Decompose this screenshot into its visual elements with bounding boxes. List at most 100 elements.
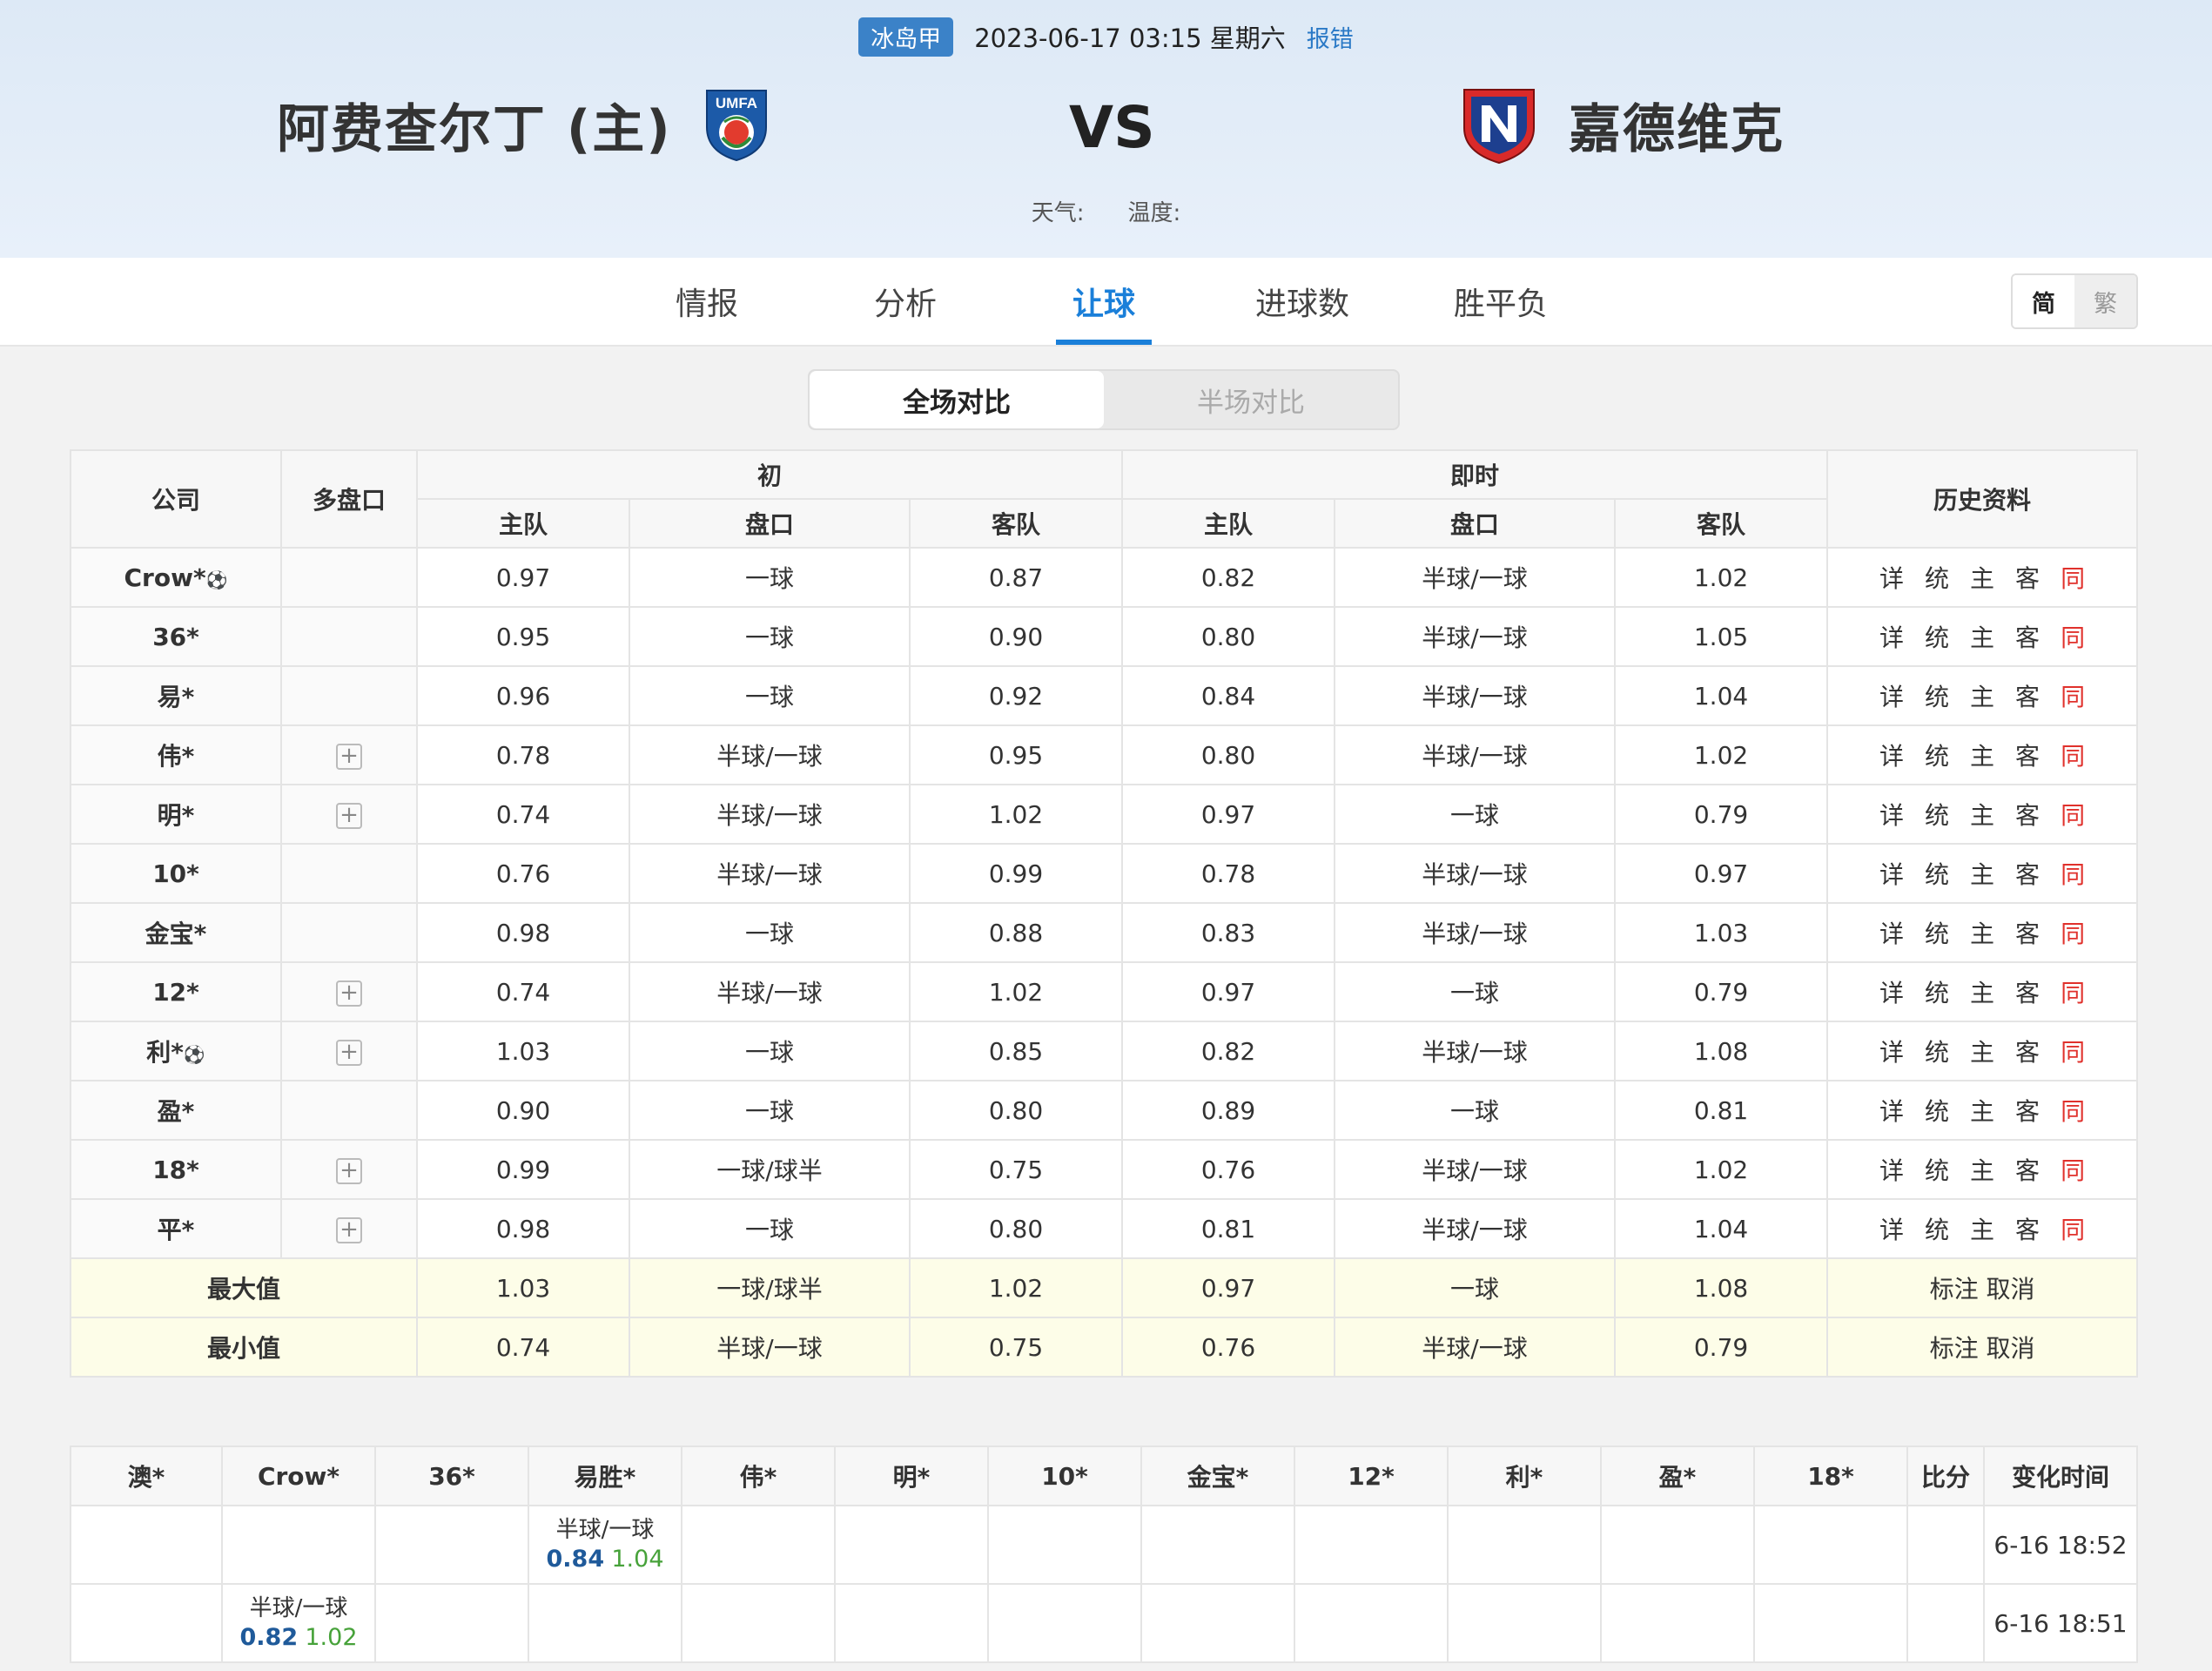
tab-4[interactable]: 胜平负	[1402, 258, 1600, 345]
home-team-name[interactable]: 阿费查尔丁 (主)	[277, 87, 672, 163]
history-link-4[interactable]: 同	[2061, 1093, 2085, 1128]
company-cell[interactable]: 36*	[70, 606, 282, 667]
history-link-3[interactable]: 客	[2015, 974, 2040, 1009]
history-link-1[interactable]: 统	[1925, 1093, 1949, 1128]
history-link-4[interactable]: 同	[2061, 560, 2085, 595]
history-link-0[interactable]: 详	[1879, 915, 1904, 950]
mark-link[interactable]: 标注	[1930, 1334, 1979, 1363]
away-team[interactable]: 嘉德维克	[1459, 85, 1785, 165]
history-link-1[interactable]: 统	[1925, 738, 1949, 772]
history-link-4[interactable]: 同	[2061, 1034, 2085, 1068]
tab-0[interactable]: 情报	[608, 258, 806, 345]
company-cell[interactable]: 金宝*	[70, 902, 282, 963]
full-match-compare-button[interactable]: 全场对比	[810, 371, 1104, 428]
history-link-0[interactable]: 详	[1879, 1093, 1904, 1128]
half-match-compare-button[interactable]: 半场对比	[1104, 371, 1398, 428]
history-link-3[interactable]: 客	[2015, 560, 2040, 595]
history-link-4[interactable]: 同	[2061, 678, 2085, 713]
history-link-3[interactable]: 客	[2015, 1211, 2040, 1246]
history-link-2[interactable]: 主	[1970, 738, 1994, 772]
history-link-4[interactable]: 同	[2061, 974, 2085, 1009]
history-link-4[interactable]: 同	[2061, 797, 2085, 832]
history-link-3[interactable]: 客	[2015, 738, 2040, 772]
history-link-0[interactable]: 详	[1879, 678, 1904, 713]
mark-link[interactable]: 标注	[1930, 1275, 1979, 1304]
history-link-1[interactable]: 统	[1925, 619, 1949, 654]
history-link-2[interactable]: 主	[1970, 1152, 1994, 1187]
history-link-1[interactable]: 统	[1925, 856, 1949, 891]
cancel-link[interactable]: 取消	[1987, 1275, 2035, 1304]
history-link-0[interactable]: 详	[1879, 856, 1904, 891]
home-team[interactable]: 阿费查尔丁 (主) UMFA	[277, 85, 770, 164]
league-badge[interactable]: 冰岛甲	[858, 17, 954, 57]
history-link-1[interactable]: 统	[1925, 974, 1949, 1009]
company-name[interactable]: 盈*	[158, 1097, 195, 1126]
expand-plus-icon[interactable]: +	[336, 1040, 362, 1066]
history-link-3[interactable]: 客	[2015, 915, 2040, 950]
report-error-link[interactable]: 报错	[1307, 20, 1354, 54]
company-name[interactable]: 36*	[152, 623, 199, 651]
history-link-2[interactable]: 主	[1970, 1211, 1994, 1246]
history-link-2[interactable]: 主	[1970, 560, 1994, 595]
traditional-button[interactable]: 繁	[2074, 275, 2136, 327]
history-link-3[interactable]: 客	[2015, 797, 2040, 832]
history-link-0[interactable]: 详	[1879, 974, 1904, 1009]
expand-plus-icon[interactable]: +	[336, 1158, 362, 1184]
expand-plus-icon[interactable]: +	[336, 744, 362, 770]
expand-plus-icon[interactable]: +	[336, 803, 362, 829]
history-link-4[interactable]: 同	[2061, 856, 2085, 891]
simplified-button[interactable]: 简	[2013, 275, 2074, 327]
expand-plus-icon[interactable]: +	[336, 980, 362, 1007]
history-link-2[interactable]: 主	[1970, 856, 1994, 891]
history-link-2[interactable]: 主	[1970, 974, 1994, 1009]
history-link-2[interactable]: 主	[1970, 619, 1994, 654]
history-link-0[interactable]: 详	[1879, 1211, 1904, 1246]
tab-2[interactable]: 让球	[1005, 258, 1203, 345]
history-link-1[interactable]: 统	[1925, 1034, 1949, 1068]
history-link-1[interactable]: 统	[1925, 915, 1949, 950]
company-name[interactable]: 平*	[158, 1216, 195, 1244]
history-link-2[interactable]: 主	[1970, 915, 1994, 950]
history-link-1[interactable]: 统	[1925, 1211, 1949, 1246]
history-link-4[interactable]: 同	[2061, 738, 2085, 772]
company-cell[interactable]: 盈*	[70, 1080, 282, 1141]
history-link-0[interactable]: 详	[1879, 797, 1904, 832]
history-link-0[interactable]: 详	[1879, 560, 1904, 595]
company-name[interactable]: 明*	[158, 801, 195, 830]
history-link-1[interactable]: 统	[1925, 678, 1949, 713]
history-link-0[interactable]: 详	[1879, 1034, 1904, 1068]
company-name[interactable]: 18*	[152, 1156, 199, 1184]
history-link-3[interactable]: 客	[2015, 619, 2040, 654]
company-cell[interactable]: 明*	[70, 784, 282, 845]
history-link-2[interactable]: 主	[1970, 797, 1994, 832]
history-link-2[interactable]: 主	[1970, 1034, 1994, 1068]
cancel-link[interactable]: 取消	[1987, 1334, 2035, 1363]
history-link-4[interactable]: 同	[2061, 915, 2085, 950]
company-cell[interactable]: 10*	[70, 843, 282, 904]
history-link-2[interactable]: 主	[1970, 678, 1994, 713]
company-name[interactable]: Crow*	[124, 563, 205, 592]
tab-3[interactable]: 进球数	[1203, 258, 1402, 345]
history-link-3[interactable]: 客	[2015, 1093, 2040, 1128]
history-link-4[interactable]: 同	[2061, 1211, 2085, 1246]
history-link-4[interactable]: 同	[2061, 619, 2085, 654]
history-link-4[interactable]: 同	[2061, 1152, 2085, 1187]
history-link-3[interactable]: 客	[2015, 1034, 2040, 1068]
company-cell[interactable]: 18*	[70, 1139, 282, 1200]
company-cell[interactable]: 12*	[70, 961, 282, 1022]
company-name[interactable]: 12*	[152, 978, 199, 1007]
company-cell[interactable]: 平*	[70, 1198, 282, 1259]
history-link-1[interactable]: 统	[1925, 1152, 1949, 1187]
tab-1[interactable]: 分析	[806, 258, 1005, 345]
history-link-3[interactable]: 客	[2015, 1152, 2040, 1187]
history-link-0[interactable]: 详	[1879, 1152, 1904, 1187]
company-name[interactable]: 10*	[152, 859, 199, 888]
away-team-name[interactable]: 嘉德维克	[1569, 87, 1785, 163]
history-link-0[interactable]: 详	[1879, 619, 1904, 654]
history-link-1[interactable]: 统	[1925, 560, 1949, 595]
company-cell[interactable]: 易*	[70, 665, 282, 726]
history-link-3[interactable]: 客	[2015, 678, 2040, 713]
company-name[interactable]: 易*	[158, 683, 195, 711]
company-name[interactable]: 利*	[146, 1038, 184, 1067]
history-link-0[interactable]: 详	[1879, 738, 1904, 772]
